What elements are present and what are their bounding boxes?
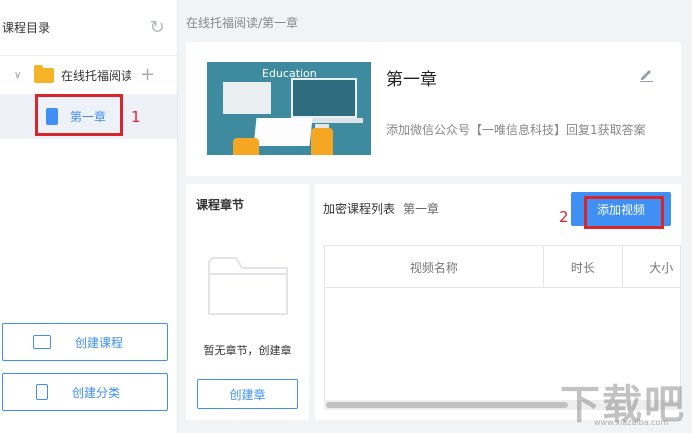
edit-pencil-icon[interactable] <box>638 66 654 82</box>
column-header-video-name[interactable]: 视频名称 <box>325 246 544 288</box>
video-list-subtitle: 第一章 <box>403 202 440 216</box>
sidebar-title: 课程目录 <box>2 21 51 35</box>
add-chapter-icon[interactable]: + <box>140 66 155 84</box>
right-hand-graphic <box>311 128 333 155</box>
notebook-graphic <box>253 118 313 146</box>
chapter-sections-panel: 课程章节 暂无章节，创建章 创建章 <box>186 184 309 420</box>
tree-folder-item[interactable]: ∨ 在线托福阅读 + <box>0 56 177 94</box>
video-list-title: 加密课程列表 <box>323 202 396 216</box>
empty-folder-icon <box>208 257 288 315</box>
chevron-down-icon[interactable]: ∨ <box>14 70 28 81</box>
table-header: 视频名称 时长 大小 <box>325 246 680 288</box>
folder-label: 在线托福阅读 <box>61 68 131 83</box>
create-category-button[interactable]: 创建分类 <box>2 373 168 411</box>
create-course-label: 创建课程 <box>75 335 124 350</box>
laptop-graphic <box>291 78 357 118</box>
annotation-highlight-box-1 <box>35 94 123 136</box>
chapter-info-card: Education 第一章 添加微信公众号【一唯信息科技】回复1获取答案 <box>186 42 681 176</box>
empty-sections-text: 暂无章节，创建章 <box>203 344 292 357</box>
create-chapter-button[interactable]: 创建章 <box>197 379 298 409</box>
create-course-button[interactable]: 创建课程 <box>2 323 168 361</box>
course-sidebar: 课程目录 ↻ ∨ 在线托福阅读 + 第一章 创建课程 创建分类 <box>0 0 178 433</box>
watermark-url: www.xiazaiba.com <box>594 418 669 427</box>
book-graphic <box>223 82 271 114</box>
annotation-highlight-box-2 <box>584 196 664 229</box>
chapter-title: 第一章 <box>386 70 437 90</box>
folder-outline-icon <box>33 335 51 349</box>
breadcrumb: 在线托福阅读/第一章 <box>186 16 299 30</box>
column-header-duration[interactable]: 时长 <box>544 246 624 288</box>
annotation-number-2: 2 <box>559 208 569 226</box>
folder-icon <box>34 64 54 83</box>
column-header-size[interactable]: 大小 <box>623 246 680 288</box>
scrollbar-thumb[interactable] <box>326 402 568 408</box>
book-icon <box>36 384 48 400</box>
sections-title: 课程章节 <box>196 198 245 212</box>
sidebar-header: 课程目录 ↻ <box>0 0 177 56</box>
create-category-label: 创建分类 <box>72 385 121 400</box>
annotation-number-1: 1 <box>131 108 141 126</box>
left-hand-graphic <box>233 138 259 155</box>
chapter-description: 添加微信公众号【一唯信息科技】回复1获取答案 <box>386 123 646 137</box>
refresh-icon[interactable]: ↻ <box>147 17 167 38</box>
chapter-thumbnail: Education <box>207 62 371 155</box>
